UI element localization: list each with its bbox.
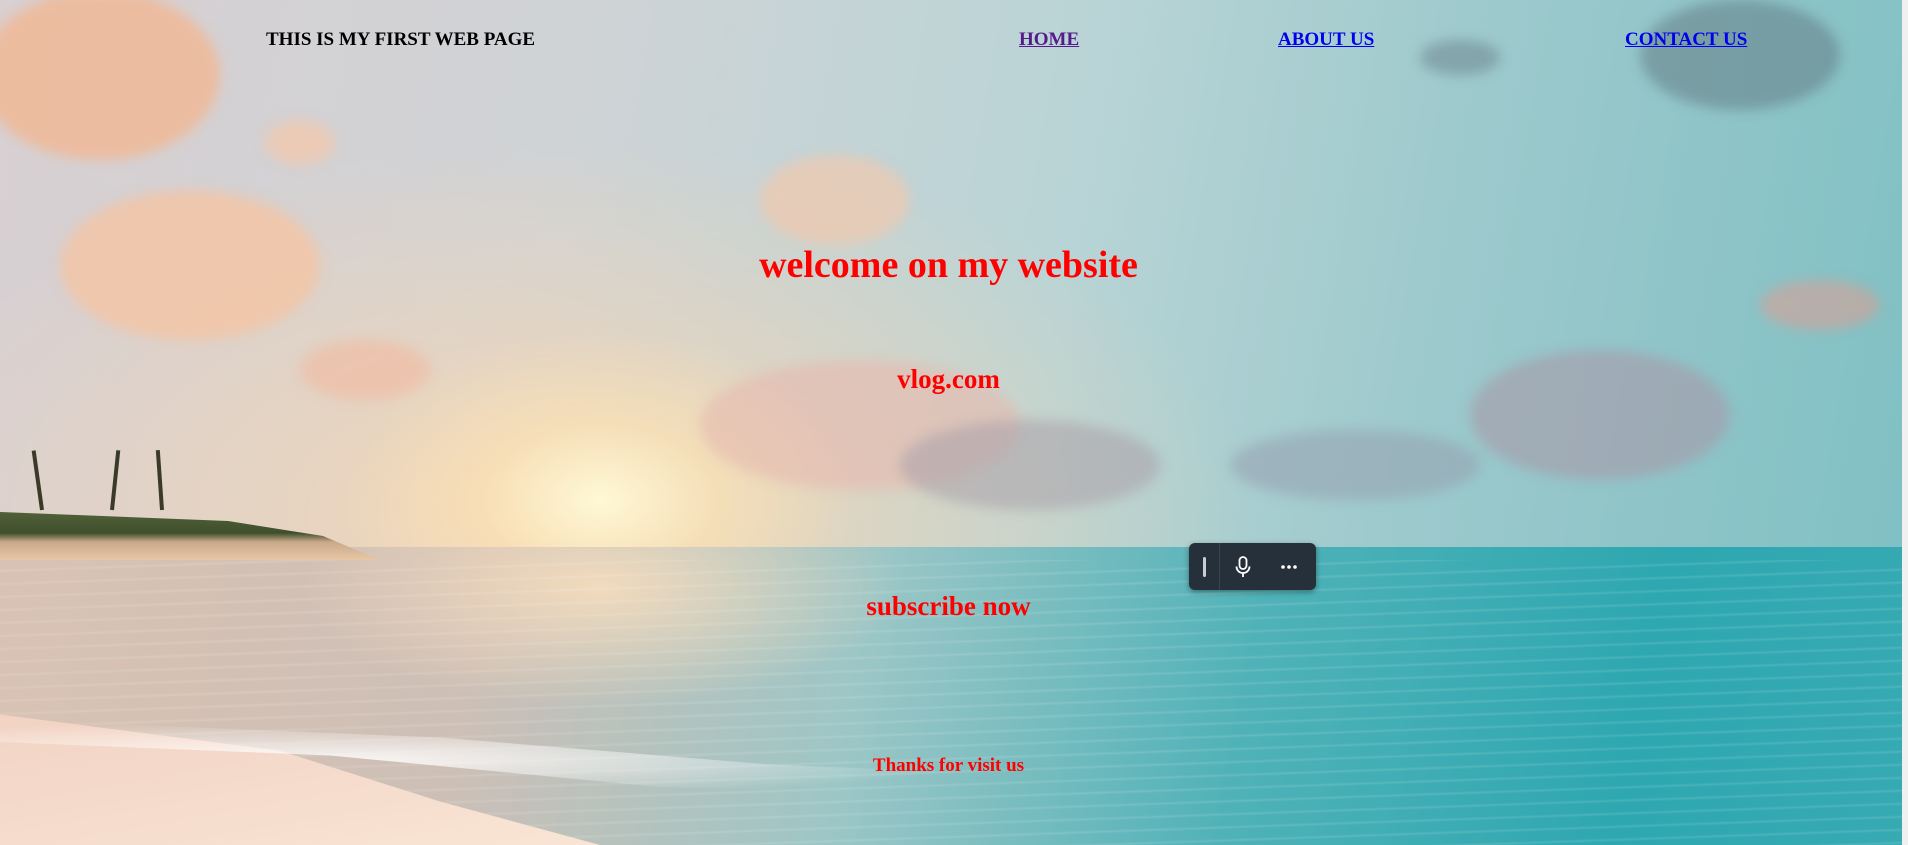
cloud — [1420, 40, 1500, 75]
nav-link-home[interactable]: HOME — [1019, 29, 1079, 51]
cloud — [1640, 0, 1840, 110]
site-name: vlog.com — [897, 364, 1000, 394]
cloud — [1230, 430, 1480, 500]
thanks-text: Thanks for visit us — [872, 755, 1025, 776]
cloud — [900, 420, 1160, 510]
voice-typing-toolbar — [1189, 543, 1316, 590]
cloud — [265, 120, 335, 165]
cloud — [760, 155, 910, 245]
scrollbar[interactable] — [1902, 0, 1908, 845]
page-title: THIS IS MY FIRST WEB PAGE — [266, 29, 536, 50]
nav-link-contact-us[interactable]: CONTACT US — [1625, 29, 1747, 51]
drag-handle-icon[interactable] — [1189, 543, 1220, 590]
microphone-icon[interactable] — [1220, 543, 1266, 590]
cloud — [1760, 280, 1880, 330]
welcome-heading: welcome on my website — [759, 244, 1138, 286]
more-options-icon[interactable] — [1266, 543, 1312, 590]
nav-link-about-us[interactable]: ABOUT US — [1278, 29, 1374, 51]
subscribe-text: subscribe now — [866, 591, 1031, 621]
background-image — [0, 0, 1908, 845]
